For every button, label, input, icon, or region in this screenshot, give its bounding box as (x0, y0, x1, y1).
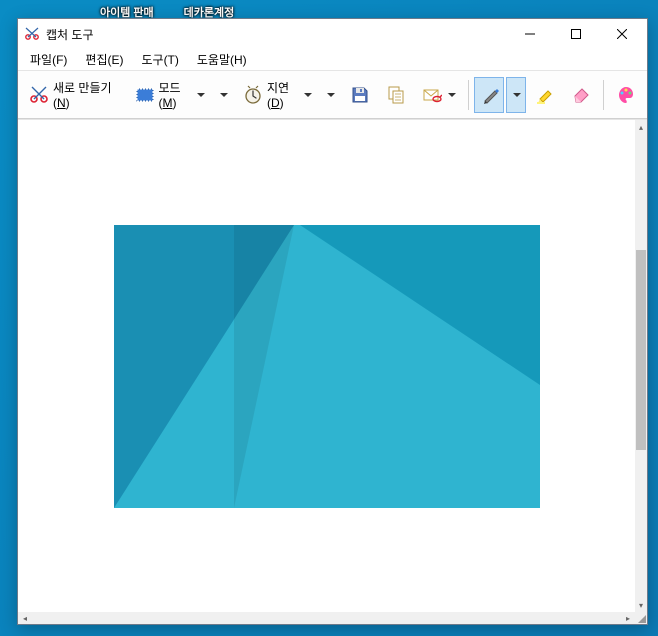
mode-button[interactable]: 모드(M) (128, 77, 212, 113)
paint3d-icon (616, 85, 636, 105)
minimize-button[interactable] (507, 19, 553, 49)
app-icon (24, 26, 40, 42)
mode-dropdown-arrow[interactable] (220, 93, 228, 97)
scroll-up-arrow[interactable]: ▴ (635, 120, 647, 134)
copy-button[interactable] (379, 77, 413, 113)
scroll-thumb[interactable] (636, 250, 646, 450)
snipping-tool-window: 캡처 도구 파일(F) 편집(E) 도구(T) 도움말(H) (17, 18, 648, 625)
toolbar-separator (603, 80, 604, 110)
menu-help[interactable]: 도움말(H) (189, 49, 255, 70)
mode-label: 모드(M) (159, 79, 191, 110)
window-controls (507, 19, 645, 49)
rect-mode-icon (135, 85, 155, 105)
new-snip-button[interactable]: 새로 만들기(N) (22, 77, 126, 113)
paint3d-button[interactable] (609, 77, 643, 113)
toolbar-separator (468, 80, 469, 110)
scroll-right-arrow[interactable]: ▸ (621, 614, 635, 623)
toolbar: 새로 만들기(N) 모드(M) 지연(D) (18, 71, 647, 119)
highlighter-button[interactable] (528, 77, 562, 113)
canvas-content[interactable] (18, 120, 635, 612)
delay-label: 지연(D) (267, 79, 298, 110)
clock-icon (243, 85, 263, 105)
pen-button[interactable] (474, 77, 504, 113)
menu-tools[interactable]: 도구(T) (133, 49, 186, 70)
eraser-icon (571, 85, 591, 105)
chevron-down-icon (197, 93, 205, 97)
maximize-button[interactable] (553, 19, 599, 49)
save-button[interactable] (343, 77, 377, 113)
mail-button[interactable] (415, 77, 463, 113)
pen-icon (481, 85, 501, 105)
copy-icon (386, 85, 406, 105)
new-snip-label: 새로 만들기(N) (53, 79, 119, 110)
menu-file[interactable]: 파일(F) (22, 49, 75, 70)
menubar: 파일(F) 편집(E) 도구(T) 도움말(H) (18, 49, 647, 71)
scissors-icon (29, 85, 49, 105)
captured-image (114, 225, 540, 508)
delay-button[interactable]: 지연(D) (236, 77, 319, 113)
chevron-down-icon (513, 93, 521, 97)
save-icon (350, 85, 370, 105)
chevron-down-icon (448, 93, 456, 97)
canvas-area: ▴ ▾ ◂ ▸ (18, 119, 647, 624)
scroll-left-arrow[interactable]: ◂ (18, 614, 32, 623)
close-button[interactable] (599, 19, 645, 49)
resize-grip[interactable] (635, 612, 647, 624)
pen-dropdown[interactable] (506, 77, 526, 113)
window-title: 캡처 도구 (46, 26, 507, 43)
chevron-down-icon (304, 93, 312, 97)
eraser-button[interactable] (564, 77, 598, 113)
horizontal-scrollbar[interactable]: ◂ ▸ (18, 612, 635, 624)
vertical-scrollbar[interactable]: ▴ ▾ (635, 120, 647, 612)
scroll-down-arrow[interactable]: ▾ (635, 598, 647, 612)
mail-icon (422, 85, 442, 105)
highlighter-icon (535, 85, 555, 105)
titlebar: 캡처 도구 (18, 19, 647, 49)
menu-edit[interactable]: 편집(E) (77, 49, 131, 70)
delay-dropdown-arrow[interactable] (327, 93, 335, 97)
